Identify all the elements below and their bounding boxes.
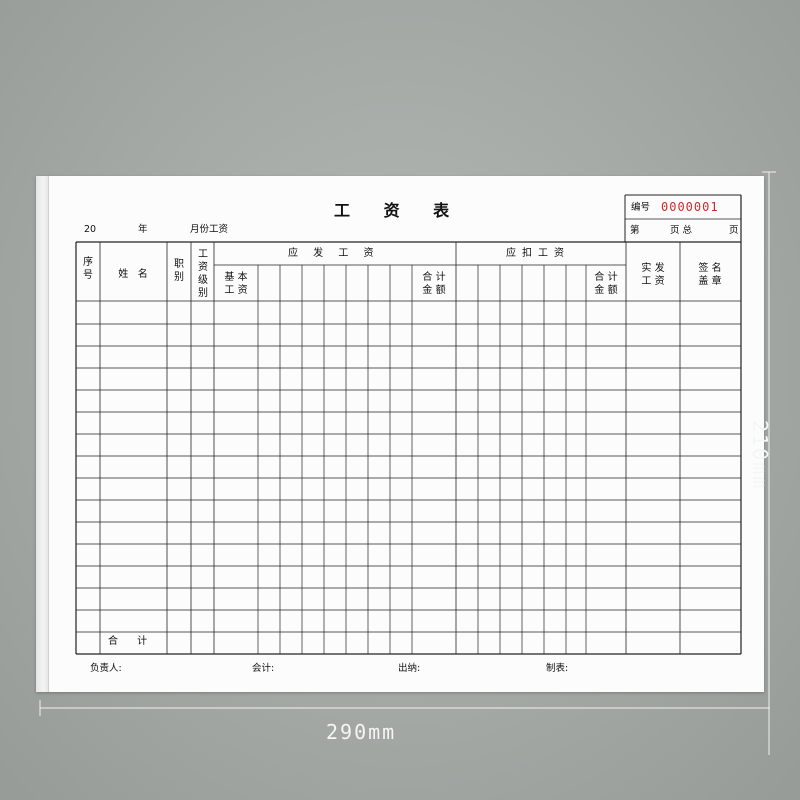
height-dimension-label: 210mm: [748, 420, 772, 491]
dimension-lines: [39, 171, 776, 755]
width-dimension-label: 290mm: [326, 720, 397, 744]
